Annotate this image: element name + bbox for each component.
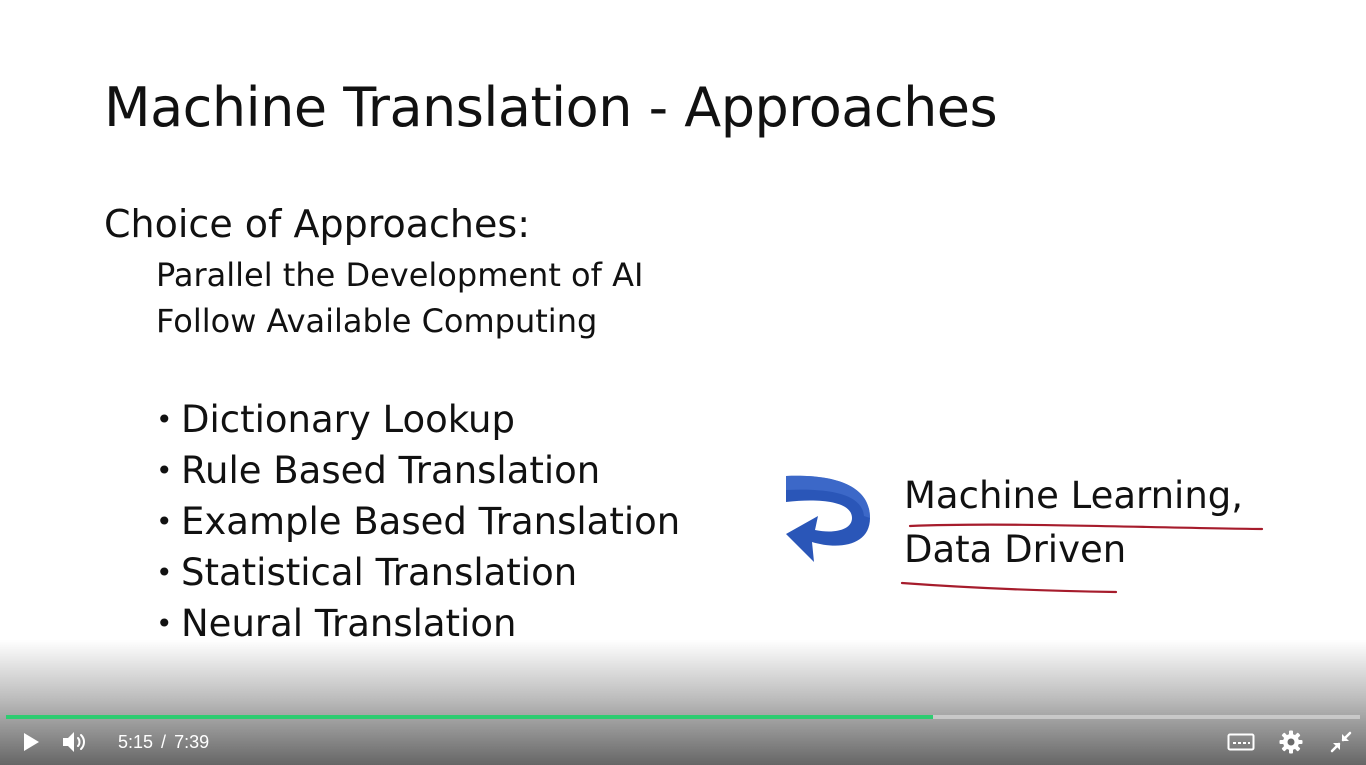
progress-played bbox=[6, 715, 934, 719]
bullet-dot: • bbox=[156, 454, 173, 487]
bullet-text: Example Based Translation bbox=[181, 500, 681, 543]
captions-button[interactable] bbox=[1224, 722, 1258, 762]
play-icon bbox=[24, 733, 39, 751]
bullet-dot: • bbox=[156, 403, 173, 436]
gear-icon bbox=[1279, 730, 1303, 754]
play-button[interactable] bbox=[14, 722, 48, 762]
sub-point: Follow Available Computing bbox=[156, 302, 598, 340]
slide-heading: Choice of Approaches: bbox=[104, 202, 530, 246]
bullet-text: Dictionary Lookup bbox=[181, 398, 515, 441]
slide-title: Machine Translation - Approaches bbox=[104, 76, 998, 139]
exit-fullscreen-button[interactable] bbox=[1324, 722, 1358, 762]
bullet-text: Neural Translation bbox=[181, 602, 517, 645]
bullet-dot: • bbox=[156, 556, 173, 589]
bullet-item: • Statistical Translation bbox=[156, 547, 680, 598]
bullet-item: • Example Based Translation bbox=[156, 496, 680, 547]
bullet-text: Statistical Translation bbox=[181, 551, 578, 594]
current-time: 5:15 bbox=[118, 732, 154, 752]
annotation-machine-learning: Machine Learning, bbox=[904, 474, 1244, 517]
sub-point: Parallel the Development of AI bbox=[156, 256, 644, 294]
volume-button[interactable] bbox=[58, 722, 92, 762]
volume-icon bbox=[63, 732, 85, 752]
bullet-dot: • bbox=[156, 505, 173, 538]
duration: 7:39 bbox=[174, 732, 210, 752]
bullet-item: • Rule Based Translation bbox=[156, 445, 680, 496]
handwritten-underlines bbox=[900, 523, 1264, 594]
video-player[interactable]: Machine Translation - Approaches Choice … bbox=[0, 0, 1366, 765]
sub-point-list: Parallel the Development of AI Follow Av… bbox=[156, 252, 643, 344]
curved-arrow-icon bbox=[786, 475, 870, 562]
bullet-item: • Dictionary Lookup bbox=[156, 394, 680, 445]
bullet-text: Rule Based Translation bbox=[181, 449, 601, 492]
settings-button[interactable] bbox=[1274, 722, 1308, 762]
exit-fullscreen-icon bbox=[1330, 731, 1352, 753]
captions-icon bbox=[1227, 733, 1255, 751]
time-separator: / bbox=[161, 732, 167, 752]
control-bar: 5:15 / 7:39 bbox=[0, 722, 1366, 762]
progress-bar[interactable] bbox=[6, 715, 1360, 719]
time-display: 5:15 / 7:39 bbox=[118, 722, 209, 762]
approach-bullet-list: • Dictionary Lookup • Rule Based Translati… bbox=[156, 394, 680, 649]
